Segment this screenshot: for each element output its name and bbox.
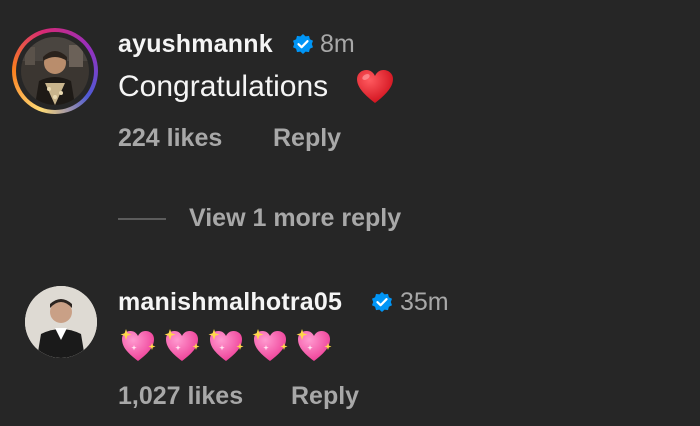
comment-username[interactable]: manishmalhotra05: [118, 288, 342, 317]
sparkling-heart-emoji: [296, 329, 332, 361]
reply-button[interactable]: Reply: [273, 124, 341, 153]
comment-timestamp: 8m: [320, 30, 355, 58]
comment-timestamp: 35m: [400, 288, 449, 316]
avatar-ayushmannk[interactable]: [21, 37, 89, 105]
sparkling-heart-emoji: [252, 329, 288, 361]
avatar-manishmalhotra05[interactable]: [25, 286, 97, 358]
comment-username[interactable]: ayushmannk: [118, 30, 273, 59]
view-more-replies-button[interactable]: View 1 more reply: [189, 204, 401, 233]
comment-text: Congratulations: [118, 70, 329, 103]
reply-button[interactable]: Reply: [291, 382, 359, 411]
red-heart-emoji: [357, 70, 393, 103]
replies-divider-line: [118, 218, 166, 220]
verified-badge-icon: [293, 34, 313, 54]
avatar-story-ring[interactable]: [12, 28, 98, 114]
sparkling-heart-emoji: [164, 329, 200, 361]
comment-likes[interactable]: 224 likes: [118, 124, 222, 153]
sparkling-heart-emoji: [208, 329, 244, 361]
verified-badge-icon: [372, 292, 392, 312]
sparkling-heart-emoji: [120, 329, 156, 361]
comment-likes[interactable]: 1,027 likes: [118, 382, 243, 411]
emoji-row: [118, 325, 348, 365]
